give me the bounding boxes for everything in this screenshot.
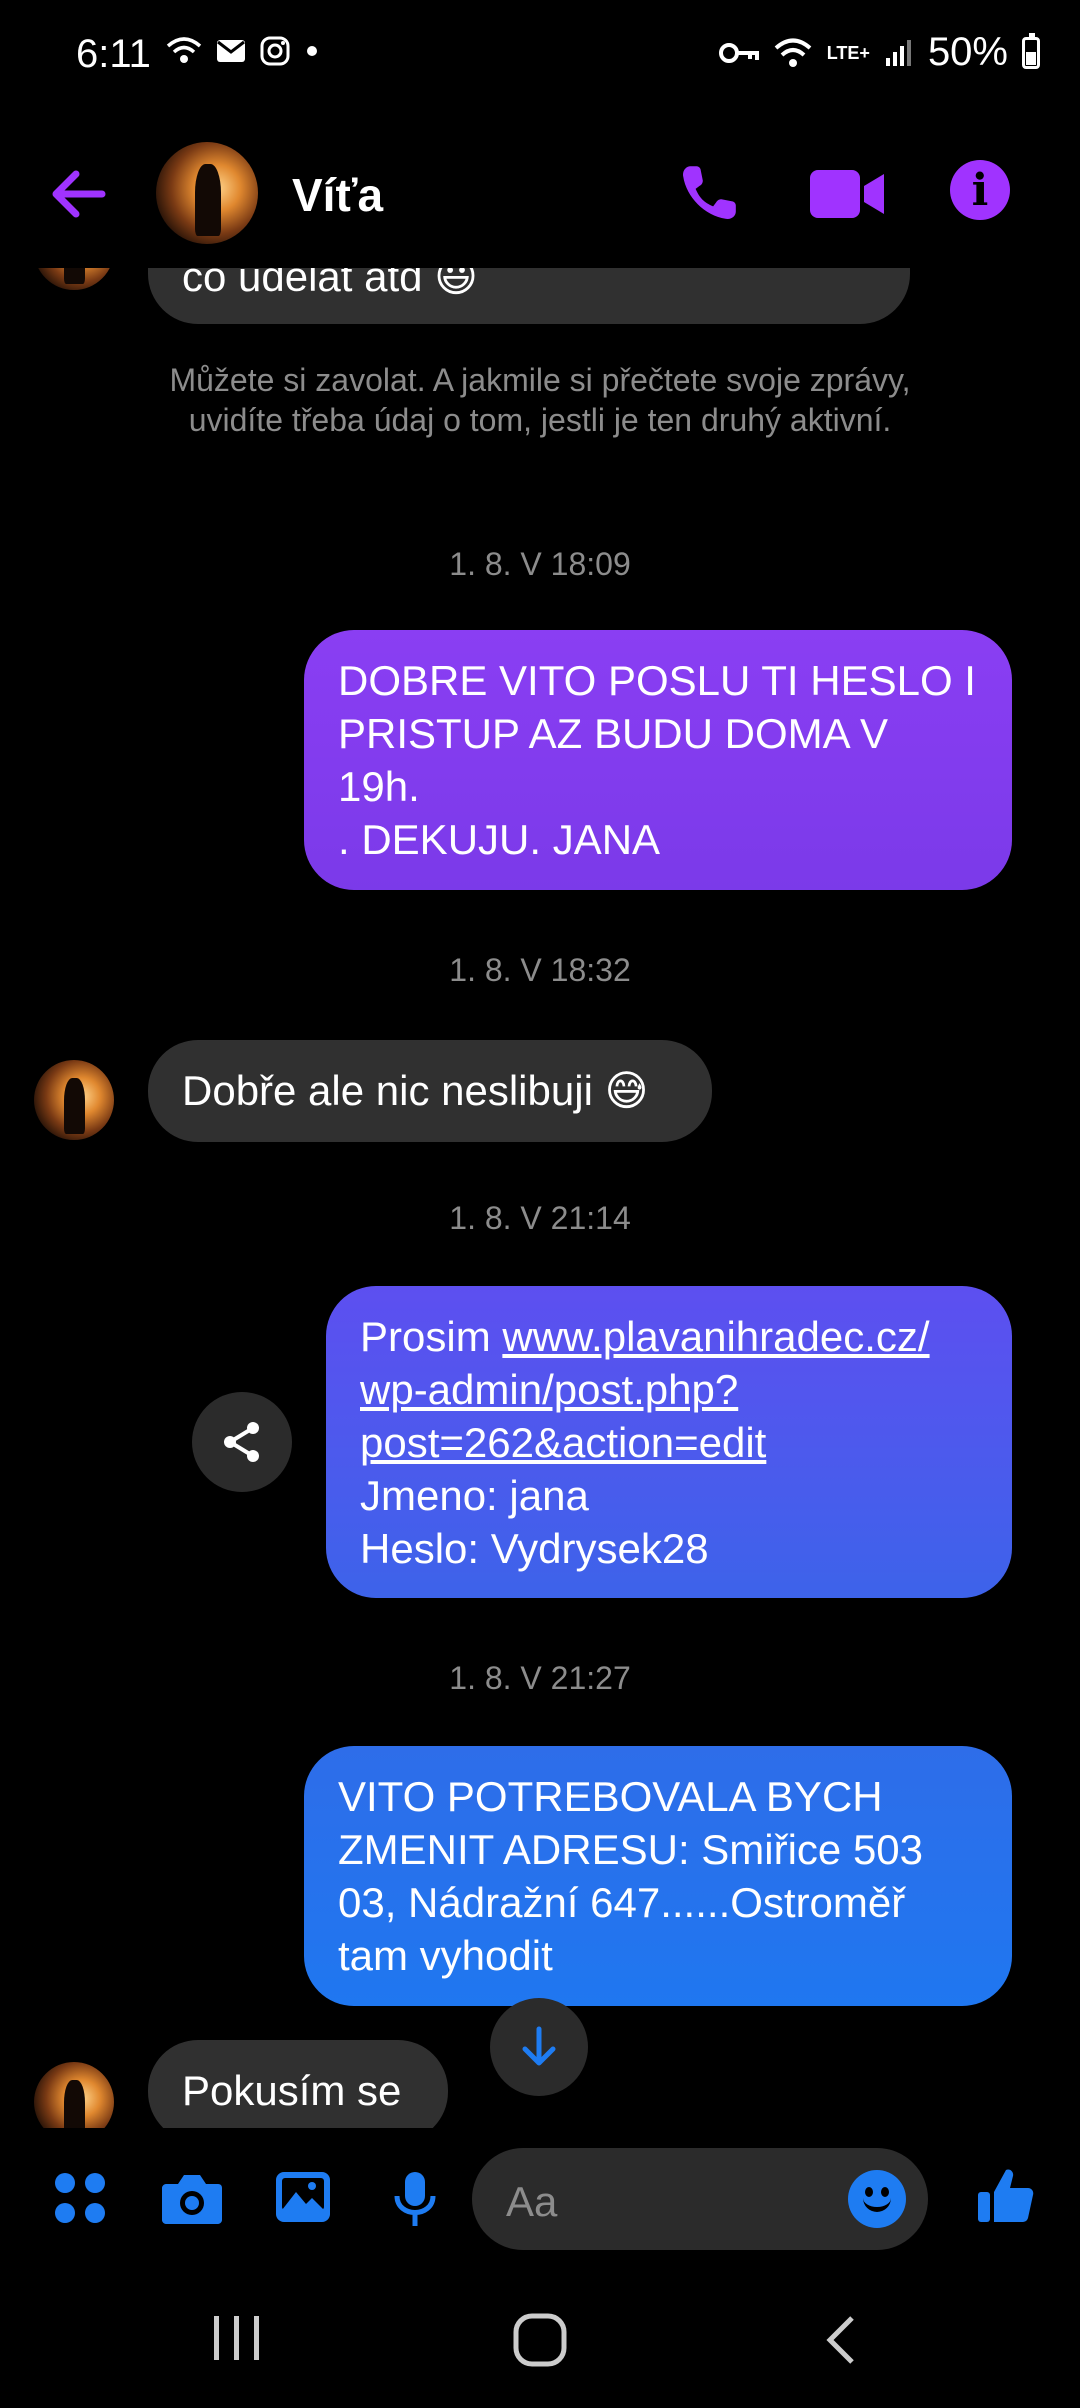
timestamp: 1. 8. V 21:14 [449, 1200, 631, 1236]
phone-icon[interactable] [676, 160, 742, 226]
contact-avatar[interactable] [156, 142, 258, 244]
message-input-placeholder: Aa [506, 2178, 558, 2225]
camera-icon[interactable] [160, 2170, 224, 2226]
message-link[interactable]: post=262&action=edit [360, 1416, 978, 1469]
incoming-message[interactable]: Pokusím se [148, 2040, 448, 2128]
status-notification-icons [166, 36, 320, 66]
home-icon[interactable] [512, 2312, 568, 2368]
message-link[interactable]: www.plavanihradec.cz/ [502, 1313, 929, 1360]
scroll-to-bottom-button[interactable] [490, 1998, 588, 2096]
sender-avatar [34, 2062, 114, 2128]
timestamp: 1. 8. V 18:32 [449, 952, 631, 988]
microphone-icon[interactable] [392, 2170, 438, 2230]
incoming-message[interactable]: co udělat atd 😃 [148, 268, 910, 324]
wifi-call-icon [166, 37, 202, 63]
thumbs-up-icon[interactable] [976, 2166, 1036, 2226]
recents-icon[interactable] [210, 2314, 264, 2362]
info-icon[interactable]: i [950, 160, 1010, 220]
emoji-icon[interactable] [848, 2170, 906, 2228]
contact-name[interactable]: Víťa [292, 168, 383, 222]
mail-icon [217, 40, 245, 62]
message-link[interactable]: wp-admin/post.php? [360, 1363, 978, 1416]
outgoing-message[interactable]: VITO POTREBOVALA BYCH ZMENIT ADRESU: Smi… [304, 1746, 1012, 2006]
share-button[interactable] [192, 1392, 292, 1492]
sender-avatar [34, 268, 114, 290]
share-icon [224, 1422, 259, 1462]
sender-avatar [34, 1060, 114, 1140]
timestamp: 1. 8. V 18:09 [449, 546, 631, 582]
vpn-key-icon [718, 42, 759, 63]
network-type: LTE+ [826, 42, 870, 63]
navigation-bar [0, 2278, 1080, 2408]
incoming-message[interactable]: Dobře ale nic neslibuji 😅 [148, 1040, 712, 1142]
nav-back-icon[interactable] [822, 2314, 858, 2366]
arrow-down-icon [522, 2026, 556, 2066]
timestamp: 1. 8. V 21:27 [449, 1660, 631, 1696]
dot-icon [307, 46, 317, 56]
wifi-icon [774, 38, 812, 67]
gallery-icon[interactable] [274, 2170, 332, 2224]
message-list[interactable]: co udělat atd 😃 Můžete si zavolat. A jak… [0, 268, 1080, 2128]
back-arrow-icon[interactable] [46, 162, 110, 226]
status-system-icons: LTE+ 50% [718, 30, 1040, 75]
system-notice: Můžete si zavolat. A jakmile si přečtete… [169, 362, 911, 438]
video-camera-icon[interactable] [808, 166, 886, 222]
battery-icon [1022, 32, 1040, 69]
instagram-icon [260, 36, 290, 66]
signal-icon [885, 39, 911, 66]
apps-grid-icon[interactable] [52, 2170, 108, 2226]
status-time: 6:11 [76, 32, 151, 76]
outgoing-message[interactable]: DOBRE VITO POSLU TI HESLO I PRISTUP AZ B… [304, 630, 1012, 890]
battery-percent: 50% [927, 30, 1008, 74]
status-bar: 6:11 LTE+ 50% [0, 0, 1080, 110]
outgoing-message[interactable]: Prosim www.plavanihradec.cz/ wp-admin/po… [326, 1286, 1012, 1598]
